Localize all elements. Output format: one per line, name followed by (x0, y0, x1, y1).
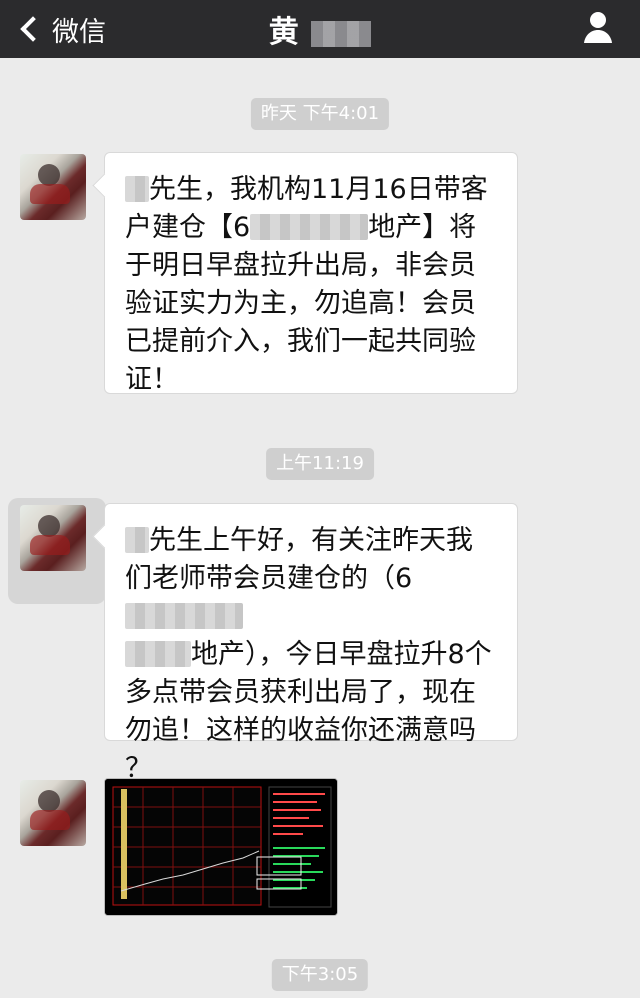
name-mosaic (125, 527, 149, 553)
message-1-line-4: 验证实力为主，勿追高！会员 (125, 288, 476, 319)
person-icon (584, 12, 612, 43)
chat-title: 黄 (268, 7, 372, 51)
stock-chart-thumbnail (105, 779, 337, 915)
message-1-line-3: 于明日早盘拉升出局，非会员 (125, 250, 476, 281)
message-1-line-1: 先生，我机构11月16日带客 (125, 171, 501, 209)
timestamp-morning: 上午11:19 (266, 448, 374, 480)
message-1-line-5: 已提前介入，我们一起共同验 (125, 326, 476, 357)
top-navigation-bar: 微信 黄 (0, 0, 640, 58)
timestamp-afternoon: 下午3:05 (271, 959, 369, 991)
message-1-line-6: 证！ (125, 364, 179, 395)
title-mosaic (311, 20, 372, 47)
stock-code-mosaic (125, 603, 243, 629)
name-mosaic (125, 176, 149, 202)
stock-chart-image-message[interactable] (104, 778, 338, 916)
stock-name-mosaic (125, 641, 191, 667)
sender-avatar[interactable] (20, 154, 86, 220)
message-2-line-3: 地产），今日早盘拉升8个 (125, 636, 501, 674)
sender-avatar[interactable] (20, 505, 86, 571)
timestamp-yesterday: 昨天 下午4:01 (250, 98, 390, 130)
sender-avatar[interactable] (20, 780, 86, 846)
chat-title-area: 黄 (0, 0, 640, 58)
chat-title-text: 黄 (268, 15, 299, 50)
profile-button[interactable] (578, 8, 618, 48)
message-bubble-1[interactable]: 先生，我机构11月16日带客 户建仓【6 地产】将 于明日早盘拉升出局，非会员 验… (104, 152, 518, 395)
message-2-line-2: 们老师带会员建仓的（6 (125, 560, 501, 636)
message-bubble-2[interactable]: 先生上午好，有关注昨天我 们老师带会员建仓的（6 地产），今日早盘拉升8个 多点… (104, 503, 518, 784)
message-2-line-1: 先生上午好，有关注昨天我 (125, 522, 501, 560)
stock-code-mosaic (250, 214, 369, 240)
message-2-line-4: 多点带会员获利出局了，现在 (125, 677, 476, 708)
message-2-line-5: 勿追！这样的收益你还满意吗 (125, 715, 476, 746)
message-1-line-2: 户建仓【6 地产】将 (125, 212, 477, 243)
